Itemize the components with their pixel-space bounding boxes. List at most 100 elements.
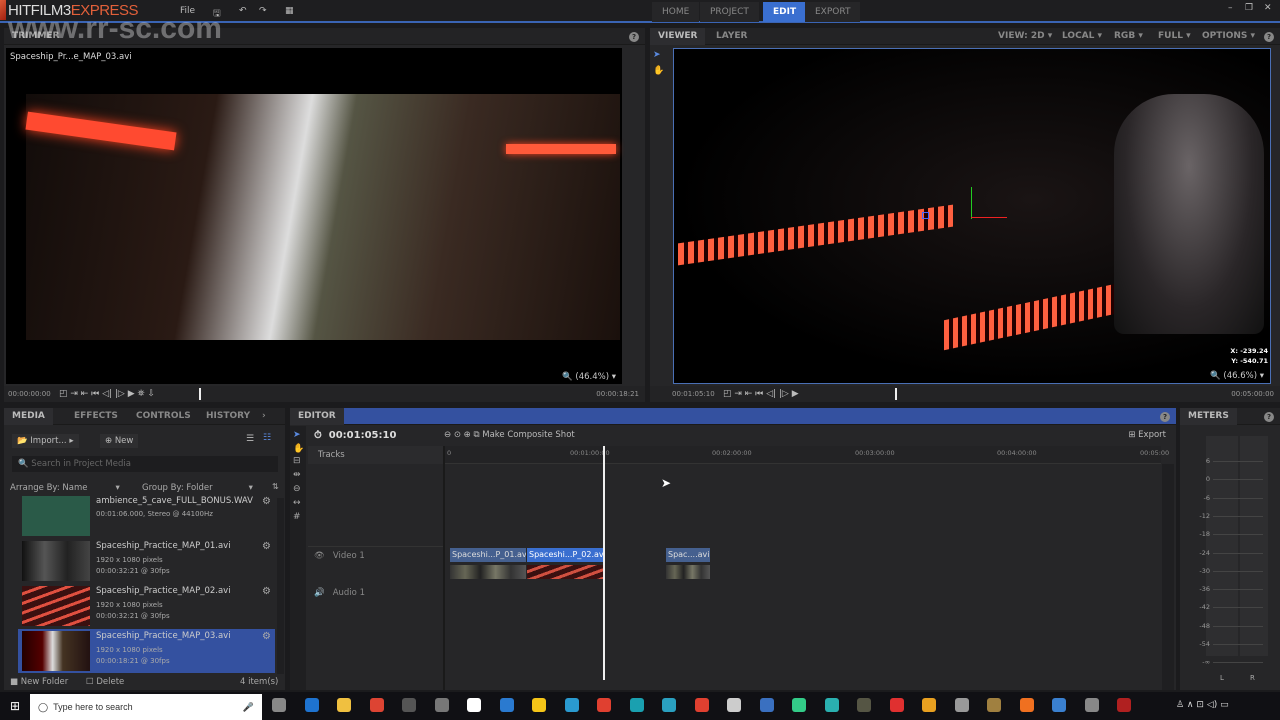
- view-mode-dropdown[interactable]: VIEW: 2D ▾: [990, 28, 1060, 45]
- tab-meters[interactable]: METERS: [1180, 408, 1237, 425]
- media-item-video[interactable]: Spaceship_Practice_MAP_02.avi 1920 x 108…: [18, 584, 275, 628]
- razor-tool-icon[interactable]: ⊖: [290, 482, 306, 496]
- channel-dropdown[interactable]: RGB ▾: [1106, 28, 1151, 45]
- audio-track-header[interactable]: 🔊 Audio 1: [314, 588, 365, 598]
- hand-tool-icon[interactable]: ✋: [653, 66, 664, 76]
- help-icon[interactable]: ?: [1264, 32, 1274, 42]
- sort-icon[interactable]: ⇅: [272, 482, 279, 491]
- grid-icon[interactable]: ▦: [285, 6, 294, 16]
- taskbar-app-icon[interactable]: [369, 698, 384, 712]
- options-dropdown[interactable]: OPTIONS ▾: [1194, 28, 1263, 45]
- undo-icon[interactable]: ↶: [239, 6, 247, 16]
- media-item-audio[interactable]: ambience_5_cave_FULL_BONUS.WAV 00:01:06.…: [18, 496, 275, 536]
- import-button[interactable]: 📂 Import... ▸: [12, 434, 79, 448]
- arrange-dropdown[interactable]: Arrange By: Name ▾: [10, 483, 120, 493]
- help-icon[interactable]: ?: [1264, 412, 1274, 422]
- search-input[interactable]: 🔍 Search in Project Media: [12, 456, 278, 472]
- minimize-icon[interactable]: –: [1228, 3, 1233, 13]
- taskbar-app-icon[interactable]: [694, 698, 709, 712]
- select-tool-icon[interactable]: ➤: [290, 426, 306, 444]
- taskbar-app-icon[interactable]: [629, 698, 644, 712]
- taskbar-app-icon[interactable]: [1117, 698, 1131, 712]
- trimmer-playhead[interactable]: [199, 388, 201, 400]
- transport-buttons[interactable]: ◰ ⇥ ⇤ ⏮ ◁| |▷ ▶: [723, 389, 799, 399]
- taskbar-app-icon[interactable]: [662, 698, 676, 712]
- composite-shot-button[interactable]: ⊖ ⊙ ⊕ ⧉ Make Composite Shot: [444, 430, 575, 440]
- taskbar-app-icon[interactable]: [759, 698, 774, 712]
- redo-icon[interactable]: ↷: [259, 6, 267, 16]
- select-tool-icon[interactable]: ➤: [653, 50, 661, 60]
- timeline-clip[interactable]: Spaceshi...P_01.avi: [450, 548, 526, 580]
- taskbar-app-icon[interactable]: [1019, 698, 1034, 712]
- hand-tool-icon[interactable]: ✋: [290, 444, 306, 454]
- y-axis-gizmo[interactable]: [971, 187, 972, 219]
- tab-controls[interactable]: CONTROLS: [128, 408, 199, 425]
- new-button[interactable]: ⊕ New: [100, 434, 139, 448]
- windows-start-icon[interactable]: ⊞: [10, 699, 20, 713]
- editor-timecode[interactable]: ⏱ 00:01:05:10: [314, 430, 396, 441]
- tab-home[interactable]: HOME: [652, 2, 700, 22]
- more-tabs-icon[interactable]: ›: [254, 408, 274, 425]
- tab-viewer[interactable]: VIEWER: [650, 28, 706, 45]
- gear-icon[interactable]: ⚙: [262, 586, 271, 597]
- taskbar-app-icon[interactable]: [337, 698, 351, 712]
- space-dropdown[interactable]: LOCAL ▾: [1054, 28, 1110, 45]
- trimmer-zoom[interactable]: 🔍 (46.4%) ▾: [562, 372, 616, 382]
- taskbar-app-icon[interactable]: [304, 698, 319, 712]
- taskbar-app-icon[interactable]: [499, 698, 514, 712]
- close-icon[interactable]: ✕: [1264, 3, 1272, 13]
- media-item-video[interactable]: Spaceship_Practice_MAP_01.avi 1920 x 108…: [18, 539, 275, 583]
- taskbar-search-input[interactable]: ◯ Type here to search 🎤: [30, 694, 262, 720]
- taskbar-app-icon[interactable]: [824, 698, 839, 712]
- viewer-zoom[interactable]: 🔍 (46.6%) ▾: [1210, 371, 1264, 381]
- restore-icon[interactable]: ❐: [1245, 3, 1253, 13]
- viewer-playhead[interactable]: [894, 388, 897, 400]
- editor-scrollbar[interactable]: [1162, 464, 1174, 690]
- taskbar-app-icon[interactable]: [597, 698, 611, 712]
- taskbar-app-icon[interactable]: [857, 698, 871, 712]
- tab-effects[interactable]: EFFECTS: [66, 408, 126, 425]
- media-scrollbar[interactable]: [277, 498, 284, 674]
- timeline-clip[interactable]: Spac....avi: [666, 548, 710, 580]
- taskbar-app-icon[interactable]: [727, 698, 741, 712]
- snap-tool-icon[interactable]: #: [290, 510, 306, 524]
- help-icon[interactable]: ?: [1160, 412, 1170, 422]
- quality-dropdown[interactable]: FULL ▾: [1150, 28, 1199, 45]
- tab-editor[interactable]: EDITOR: [290, 408, 344, 425]
- video-track-header[interactable]: 👁 Video 1: [314, 551, 365, 561]
- taskbar-app-icon[interactable]: [792, 698, 806, 712]
- slip-tool-icon[interactable]: ⊟: [290, 454, 306, 468]
- taskbar-app-icon[interactable]: [434, 698, 449, 712]
- taskbar-app-icon[interactable]: [889, 698, 904, 712]
- new-folder-button[interactable]: ■ New Folder: [10, 677, 68, 687]
- tab-edit[interactable]: EDIT: [763, 2, 807, 22]
- tab-export[interactable]: EXPORT: [805, 2, 861, 22]
- gear-icon[interactable]: ⚙: [262, 631, 271, 642]
- anchor-handle[interactable]: [922, 212, 929, 219]
- gear-icon[interactable]: ⚙: [262, 541, 271, 552]
- group-dropdown[interactable]: Group By: Folder ▾: [142, 483, 253, 493]
- taskbar-app-icon[interactable]: [1084, 698, 1099, 712]
- list-view-icon[interactable]: ☰: [246, 434, 254, 444]
- detail-view-icon[interactable]: ☷: [263, 433, 271, 443]
- tab-history[interactable]: HISTORY: [198, 408, 258, 425]
- viewer-screen[interactable]: X: -239.24 Y: -540.71 🔍 (46.6%) ▾: [673, 48, 1271, 384]
- media-item-video-selected[interactable]: Spaceship_Practice_MAP_03.avi 1920 x 108…: [18, 629, 275, 673]
- rate-stretch-tool-icon[interactable]: ↔: [290, 496, 306, 510]
- export-button[interactable]: ⊞ Export: [1128, 430, 1166, 440]
- timeline-clip-selected[interactable]: Spaceshi...P_02.avi: [527, 548, 603, 580]
- gear-icon[interactable]: ⚙: [262, 496, 271, 507]
- timeline-ruler[interactable]: [445, 446, 1161, 464]
- transport-buttons[interactable]: ◰ ⇥ ⇤ ⏮ ◁| |▷ ▶ ⛯ ⇩: [59, 389, 155, 399]
- taskbar-app-icon[interactable]: [532, 698, 546, 712]
- taskbar-app-icon[interactable]: [954, 698, 969, 712]
- taskbar-app-icon[interactable]: [272, 698, 286, 712]
- tab-project[interactable]: PROJECT: [700, 2, 759, 22]
- taskbar-app-icon[interactable]: [402, 698, 416, 712]
- taskbar-app-icon[interactable]: [922, 698, 936, 712]
- taskbar-app-icon[interactable]: [467, 698, 481, 712]
- ripple-tool-icon[interactable]: ⇹: [290, 468, 306, 482]
- tab-layer[interactable]: LAYER: [708, 28, 755, 45]
- system-tray[interactable]: ♙ ∧ ⊡ ◁) ▭: [1176, 700, 1229, 710]
- taskbar-app-icon[interactable]: [987, 698, 1001, 712]
